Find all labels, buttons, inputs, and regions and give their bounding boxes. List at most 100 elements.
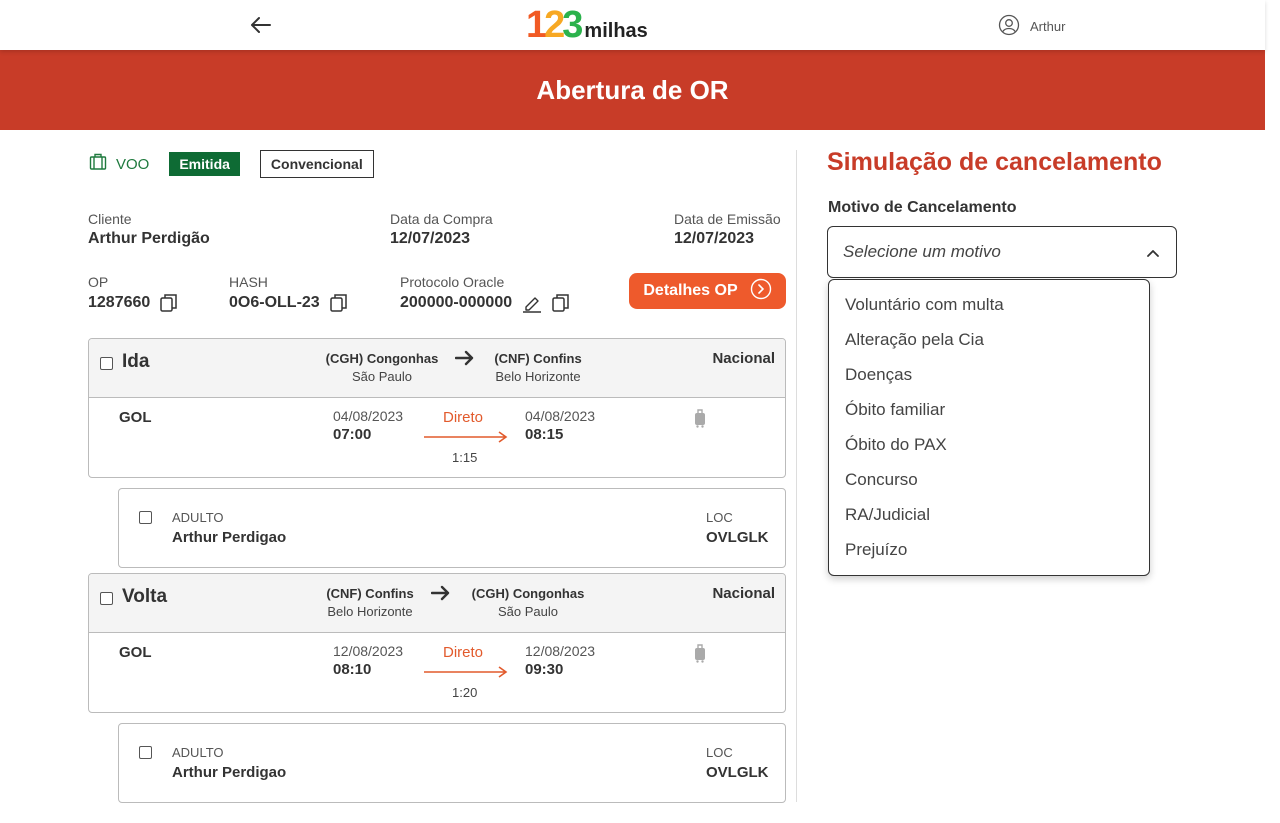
simulation-title: Simulação de cancelamento — [827, 148, 1162, 176]
data-emissao-field: Data de Emissão 12/07/2023 — [674, 211, 781, 248]
dest-code: (CGH) Congonhas — [471, 586, 585, 601]
loc-value: OVLGLK — [706, 529, 769, 546]
scrollbar[interactable] — [1265, 0, 1280, 823]
motivo-option[interactable]: Doenças — [829, 357, 1149, 392]
arrival-time: 08:15 — [525, 426, 564, 443]
logo-digit-3: 3 — [562, 4, 583, 46]
arrow-right-icon — [454, 349, 475, 372]
cliente-value: Arthur Perdigão — [88, 230, 210, 247]
back-arrow-icon[interactable] — [248, 12, 274, 38]
motivo-option[interactable]: Óbito do PAX — [829, 427, 1149, 462]
detalhes-op-button[interactable]: Detalhes OP — [629, 273, 786, 309]
flight-duration: 1:20 — [452, 685, 478, 700]
cliente-field: Cliente Arthur Perdigão — [88, 211, 210, 248]
passenger-card: ADULTO Arthur Perdigao LOC OVLGLK — [118, 488, 786, 568]
logo-digit-2: 2 — [544, 4, 565, 46]
loc-label: LOC — [706, 510, 733, 525]
user-menu[interactable]: Arthur — [998, 14, 1065, 39]
page-header-band: Abertura de OR — [0, 50, 1265, 130]
logo[interactable]: 123 milhas — [526, 6, 648, 44]
flight-card-ida: Ida (CGH) Congonhas São Paulo (CNF) Conf… — [88, 338, 786, 478]
motivo-option[interactable]: Óbito familiar — [829, 392, 1149, 427]
departure-date: 12/08/2023 — [333, 643, 404, 659]
motivo-select[interactable]: Selecione um motivo — [827, 226, 1177, 278]
copy-icon[interactable] — [552, 293, 570, 313]
pax-type: ADULTO — [172, 510, 224, 525]
flight-checkbox[interactable] — [100, 592, 113, 605]
motivo-option[interactable]: Voluntário com multa — [829, 287, 1149, 322]
flight-segment: GOL 12/08/2023 08:10 Direto 1:20 12/08/2… — [89, 633, 785, 712]
copy-icon[interactable] — [160, 293, 178, 313]
airline-name: GOL — [119, 409, 152, 426]
op-field: OP 1287660 — [88, 274, 178, 313]
pax-name: Arthur Perdigao — [172, 529, 287, 546]
stop-type: Direto — [443, 644, 484, 661]
baggage-icon — [694, 643, 706, 668]
departure-time: 07:00 — [333, 426, 372, 443]
motivo-option[interactable]: Concurso — [829, 462, 1149, 497]
pax-type: ADULTO — [172, 745, 224, 760]
edit-pencil-icon[interactable] — [522, 293, 542, 313]
flight-direction: Volta — [122, 586, 168, 607]
passenger-checkbox[interactable] — [139, 746, 152, 759]
loc-value: OVLGLK — [706, 764, 769, 781]
hash-value: 0O6-OLL-23 — [229, 294, 320, 311]
arrival: 12/08/2023 09:30 — [525, 643, 595, 678]
hash-field: HASH 0O6-OLL-23 — [229, 274, 348, 313]
select-placeholder: Selecione um motivo — [843, 242, 1001, 261]
flight-checkbox[interactable] — [100, 357, 113, 370]
origin-code: (CNF) Confins — [326, 586, 414, 601]
origin-airport: (CNF) Confins Belo Horizonte — [310, 586, 430, 619]
user-name: Arthur — [1030, 19, 1066, 34]
passenger-card: ADULTO Arthur Perdigao LOC OVLGLK — [118, 723, 786, 803]
arrival-date: 04/08/2023 — [525, 408, 596, 424]
type-badge: Convencional — [259, 150, 374, 178]
data-compra-field: Data da Compra 12/07/2023 — [390, 211, 493, 248]
dest-city: São Paulo — [498, 604, 558, 619]
column-divider — [796, 150, 797, 802]
data-compra-value: 12/07/2023 — [390, 230, 471, 247]
op-label: OP — [88, 274, 109, 290]
pax-name: Arthur Perdigao — [172, 764, 287, 781]
arrow-right-icon — [430, 584, 451, 607]
origin-city: São Paulo — [352, 369, 412, 384]
destination-airport: (CNF) Confins Belo Horizonte — [478, 351, 598, 384]
protocolo-field: Protocolo Oracle 200000-000000 — [400, 274, 570, 313]
motivo-dropdown-menu: Voluntário com multa Alteração pela Cia … — [828, 279, 1150, 576]
data-emissao-value: 12/07/2023 — [674, 230, 755, 247]
motivo-label: Motivo de Cancelamento — [828, 199, 1017, 216]
route-arrow-icon — [423, 430, 509, 448]
passenger-checkbox[interactable] — [139, 511, 152, 524]
arrival: 04/08/2023 08:15 — [525, 408, 595, 443]
origin-code: (CGH) Congonhas — [325, 351, 439, 366]
motivo-option[interactable]: Alteração pela Cia — [829, 322, 1149, 357]
flight-card-volta: Volta (CNF) Confins Belo Horizonte (CGH)… — [88, 573, 786, 713]
route-arrow-icon — [423, 665, 509, 683]
origin-airport: (CGH) Congonhas São Paulo — [307, 351, 457, 384]
departure-time: 08:10 — [333, 661, 372, 678]
flight-header: Ida (CGH) Congonhas São Paulo (CNF) Conf… — [89, 339, 785, 398]
protocolo-value: 200000-000000 — [400, 294, 513, 311]
chevron-right-circle-icon — [750, 278, 772, 305]
motivo-option[interactable]: RA/Judicial — [829, 497, 1149, 532]
protocolo-label: Protocolo Oracle — [400, 274, 505, 290]
chevron-up-icon — [1146, 245, 1160, 263]
order-tags: VOO Emitida Convencional — [88, 150, 374, 178]
arrival-date: 12/08/2023 — [525, 643, 596, 659]
product-type: VOO — [88, 152, 149, 176]
data-emissao-label: Data de Emissão — [674, 211, 781, 227]
logo-word: milhas — [584, 20, 648, 42]
baggage-icon — [694, 408, 706, 433]
op-value: 1287660 — [88, 294, 151, 311]
page-title: Abertura de OR — [536, 74, 729, 105]
copy-icon[interactable] — [329, 293, 348, 313]
status-badge: Emitida — [169, 152, 240, 176]
product-label: VOO — [116, 155, 150, 173]
data-compra-label: Data da Compra — [390, 211, 493, 227]
motivo-option[interactable]: Prejuízo — [829, 532, 1149, 567]
dest-city: Belo Horizonte — [495, 369, 581, 384]
detalhes-op-label: Detalhes OP — [643, 282, 738, 299]
flight-direction: Ida — [122, 351, 150, 372]
arrival-time: 09:30 — [525, 661, 564, 678]
flight-header: Volta (CNF) Confins Belo Horizonte (CGH)… — [89, 574, 785, 633]
